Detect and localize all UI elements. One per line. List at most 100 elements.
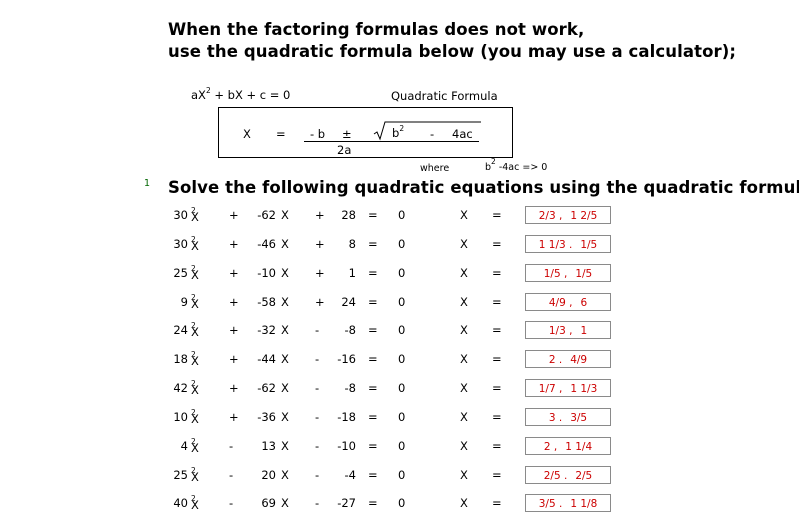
- coef-c: -8: [344, 323, 356, 337]
- equals-sign: =: [492, 381, 502, 395]
- zero: 0: [398, 468, 406, 482]
- answer-2: 4/9: [570, 354, 588, 366]
- coef-c: 24: [341, 295, 356, 309]
- problem-instruction: Solve the following quadratic equations …: [168, 178, 799, 197]
- equals-sign: =: [492, 352, 502, 366]
- coef-a: 9: [180, 295, 188, 309]
- x-var: X: [281, 208, 289, 222]
- formula-b-exp: 2: [399, 124, 405, 133]
- coef-a: 40: [173, 496, 188, 510]
- equation-row: 25 X 2 - 20 X - -4 = 0 X =: [0, 466, 799, 484]
- coef-c: -18: [337, 410, 356, 424]
- fraction-bar: [304, 141, 479, 142]
- equals-sign: =: [368, 496, 378, 510]
- operator-2: -: [315, 381, 320, 395]
- answer-1: 2/3 ,: [538, 210, 563, 222]
- equals-sign: =: [492, 266, 502, 280]
- x-squared: X2: [191, 294, 199, 311]
- operator-1: -: [229, 439, 234, 453]
- answer-box: 3 . 3/5: [525, 408, 611, 426]
- equation-row: 10 X 2 + -36 X - -18 = 0 X =: [0, 408, 799, 426]
- x-var: X: [191, 441, 199, 455]
- x-var: X: [191, 325, 199, 339]
- condition-rest: -4ac => 0: [495, 162, 548, 173]
- answer-1: 2/5 .: [543, 470, 568, 482]
- x-var: X: [191, 470, 199, 484]
- coef-b: -44: [257, 352, 276, 366]
- equation-row: 30 X 2 + -62 X +28 = 0 X =: [0, 206, 799, 224]
- x-var: X: [281, 439, 289, 453]
- coef-b: -10: [257, 266, 276, 280]
- operator-2: -: [315, 468, 320, 482]
- x-squared: X2: [191, 409, 199, 426]
- header-line-1: When the factoring formulas does not wor…: [168, 20, 585, 39]
- answer-1: 3 .: [548, 412, 563, 424]
- zero: 0: [398, 410, 406, 424]
- coef-a: 25: [173, 468, 188, 482]
- coef-a: 4: [180, 439, 188, 453]
- answer-2: 6: [580, 297, 588, 309]
- coef-b: 20: [261, 468, 276, 482]
- operator-2: -: [315, 410, 320, 424]
- zero: 0: [398, 323, 406, 337]
- equals-sign: =: [368, 208, 378, 222]
- answer-2: 1 1/8: [570, 498, 598, 510]
- answer-box: 1/3 , 1: [525, 321, 611, 339]
- answer-2: 1 1/4: [565, 441, 593, 453]
- coef-b: 69: [261, 496, 276, 510]
- operator-1: -: [229, 468, 234, 482]
- equation-row: 40 X 2 - 69 X - -27 = 0 X =: [0, 494, 799, 512]
- formula-equals: =: [276, 127, 286, 141]
- formula-title: Quadratic Formula: [391, 89, 498, 103]
- equation-row: 24 X 2 + -32 X - -8 = 0 X =: [0, 321, 799, 339]
- x-var: X: [460, 468, 468, 482]
- formula-minus: -: [430, 127, 435, 141]
- formula-x: X: [243, 127, 251, 141]
- coef-a: 42: [173, 381, 188, 395]
- answer-1: 3/5 .: [538, 498, 563, 510]
- x-squared: X2: [191, 265, 199, 282]
- zero: 0: [398, 295, 406, 309]
- answer-box: 1 1/3 . 1/5: [525, 235, 611, 253]
- x-squared: X2: [191, 322, 199, 339]
- answer-box: 1/5 , 1/5: [525, 264, 611, 282]
- equals-sign: =: [492, 323, 502, 337]
- where-label: where: [420, 163, 450, 174]
- answer-1: 4/9 ,: [548, 297, 573, 309]
- coef-a: 30: [173, 208, 188, 222]
- answer-1: 2 ,: [543, 441, 558, 453]
- equals-sign: =: [368, 381, 378, 395]
- coef-b: -58: [257, 295, 276, 309]
- coef-c: -16: [337, 352, 356, 366]
- coef-b: -46: [257, 237, 276, 251]
- x-var: X: [191, 354, 199, 368]
- equation-row: 30 X 2 + -46 X +8 = 0 X =: [0, 235, 799, 253]
- equals-sign: =: [368, 237, 378, 251]
- equation-row: 9 X 2 + -58 X +24 = 0 X =: [0, 293, 799, 311]
- equation-row: 18 X 2 + -44 X - -16 = 0 X =: [0, 350, 799, 368]
- answer-box: 2 , 1 1/4: [525, 437, 611, 455]
- x-var: X: [460, 295, 468, 309]
- coef-b: -62: [257, 381, 276, 395]
- x-squared: X2: [191, 207, 199, 224]
- x-var: X: [281, 295, 289, 309]
- operator-1: -: [229, 496, 234, 510]
- equals-sign: =: [368, 323, 378, 337]
- formula-4ac: 4ac: [452, 127, 473, 141]
- formula-b-squared: b2: [392, 124, 405, 140]
- x-var: X: [460, 208, 468, 222]
- equation-row: 42 X 2 + -62 X - -8 = 0 X =: [0, 379, 799, 397]
- coef-b: 13: [261, 439, 276, 453]
- zero: 0: [398, 266, 406, 280]
- answer-box: 4/9 , 6: [525, 293, 611, 311]
- equals-sign: =: [492, 237, 502, 251]
- equals-sign: =: [368, 352, 378, 366]
- coef-b: -32: [257, 323, 276, 337]
- x-squared: X2: [191, 438, 199, 455]
- x-squared: X2: [191, 380, 199, 397]
- x-squared: X2: [191, 236, 199, 253]
- answer-2: 1 1/3: [570, 383, 598, 395]
- answer-1: 1/5 ,: [543, 268, 568, 280]
- formula-denominator: 2a: [337, 143, 352, 157]
- coef-a: 18: [173, 352, 188, 366]
